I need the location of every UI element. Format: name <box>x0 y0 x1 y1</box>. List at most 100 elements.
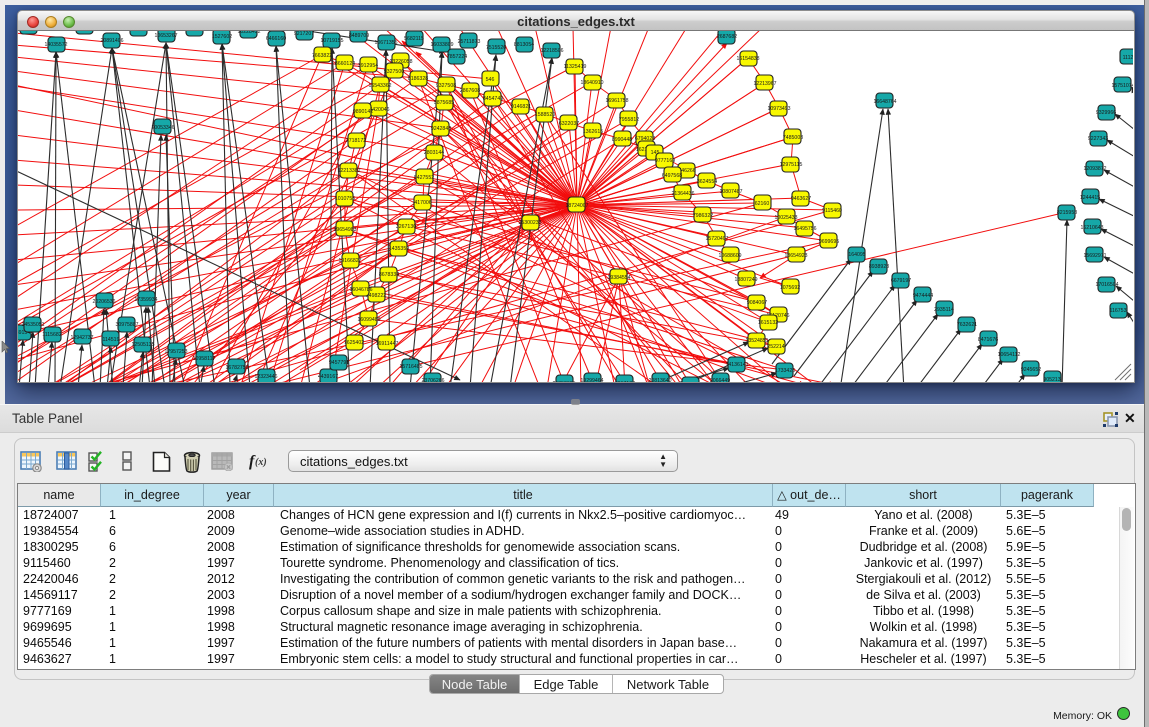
svg-text:16033809: 16033809 <box>430 42 453 48</box>
svg-text:17016504: 17016504 <box>1095 282 1118 288</box>
svg-text:12213967: 12213967 <box>753 81 776 87</box>
svg-text:16046786: 16046786 <box>349 287 372 293</box>
svg-text:4439167: 4439167 <box>318 374 338 380</box>
svg-text:9327508: 9327508 <box>436 83 456 89</box>
svg-text:15751074: 15751074 <box>1111 83 1133 89</box>
svg-text:19166827: 19166827 <box>338 258 361 264</box>
svg-text:9327500: 9327500 <box>384 69 404 75</box>
svg-text:1615132: 1615132 <box>758 320 778 326</box>
svg-text:19384554: 19384554 <box>607 275 630 281</box>
svg-text:25300233: 25300233 <box>518 220 541 226</box>
svg-text:9457791: 9457791 <box>329 360 349 366</box>
svg-text:12975115: 12975115 <box>780 162 803 168</box>
svg-text:30975887: 30975887 <box>115 322 138 328</box>
svg-text:9217207: 9217207 <box>294 31 314 37</box>
svg-text:20891406: 20891406 <box>100 38 123 44</box>
svg-text:(x): (x) <box>255 457 267 468</box>
svg-text:2867608: 2867608 <box>460 88 480 94</box>
svg-text:6466160: 6466160 <box>266 36 286 42</box>
svg-text:1244415: 1244415 <box>1080 195 1100 201</box>
svg-text:9084067: 9084067 <box>747 300 767 306</box>
svg-text:13654923: 13654923 <box>784 253 807 259</box>
svg-text:16911447: 16911447 <box>376 341 399 347</box>
svg-text:9777169: 9777169 <box>655 158 675 164</box>
svg-text:9245652: 9245652 <box>1021 367 1041 373</box>
svg-text:12942737: 12942737 <box>70 335 93 341</box>
svg-text:20813640: 20813640 <box>648 378 671 382</box>
svg-text:8454749: 8454749 <box>483 96 503 102</box>
svg-text:18724007: 18724007 <box>565 203 588 209</box>
svg-text:16154838: 16154838 <box>736 56 759 62</box>
svg-text:9463627: 9463627 <box>791 196 811 202</box>
svg-text:7663822: 7663822 <box>312 53 332 59</box>
svg-text:19299464: 19299464 <box>580 378 603 382</box>
svg-text:6497568: 6497568 <box>662 173 682 179</box>
svg-text:21364436: 21364436 <box>671 191 694 197</box>
svg-text:15720407: 15720407 <box>705 236 728 242</box>
svg-text:18640910: 18640910 <box>580 80 603 86</box>
svg-text:14035572: 14035572 <box>44 42 67 48</box>
svg-text:10807487: 10807487 <box>719 189 742 195</box>
svg-text:16648764: 16648764 <box>873 99 896 105</box>
svg-text:7857224: 7857224 <box>447 54 467 60</box>
svg-text:12505135: 12505135 <box>131 342 154 348</box>
svg-text:18807249: 18807249 <box>734 277 757 283</box>
svg-text:14136141: 14136141 <box>725 362 748 368</box>
svg-text:16782759: 16782759 <box>225 365 248 371</box>
svg-text:17957253: 17957253 <box>164 349 187 355</box>
svg-text:9242848: 9242848 <box>431 126 451 132</box>
svg-text:8215958: 8215958 <box>1057 210 1077 216</box>
svg-text:6679197: 6679197 <box>891 278 911 284</box>
svg-text:8938923: 8938923 <box>869 264 889 270</box>
svg-text:5682115: 5682115 <box>404 36 424 42</box>
svg-text:1839221: 1839221 <box>129 31 149 32</box>
svg-text:10958117: 10958117 <box>193 356 216 362</box>
svg-text:16495756: 16495756 <box>793 226 816 232</box>
svg-text:905213: 905213 <box>1043 377 1060 382</box>
svg-text:8990448: 8990448 <box>612 137 632 143</box>
svg-text:9474444: 9474444 <box>913 293 933 299</box>
svg-text:7986322: 7986322 <box>693 213 713 219</box>
svg-text:10228452: 10228452 <box>237 31 260 35</box>
svg-text:546: 546 <box>486 77 495 83</box>
svg-text:417006: 417006 <box>414 200 431 206</box>
svg-text:10973493: 10973493 <box>767 106 790 112</box>
svg-text:12093872: 12093872 <box>1083 166 1106 172</box>
svg-text:9329966: 9329966 <box>1096 110 1116 116</box>
svg-text:25882305: 25882305 <box>182 31 205 33</box>
svg-text:2803144: 2803144 <box>424 150 444 156</box>
svg-text:7632621: 7632621 <box>957 322 977 328</box>
svg-text:16961758: 16961758 <box>605 98 628 104</box>
svg-text:7625402: 7625402 <box>344 340 364 346</box>
svg-text:2066449: 2066449 <box>710 378 730 382</box>
svg-text:25711873: 25711873 <box>458 39 481 45</box>
svg-text:2935114: 2935114 <box>934 307 954 313</box>
svg-text:8489709: 8489709 <box>349 33 369 39</box>
svg-text:9890142: 9890142 <box>353 109 373 115</box>
svg-text:16210643: 16210643 <box>1080 225 1103 231</box>
svg-text:10688609: 10688609 <box>718 253 741 259</box>
svg-text:9115460: 9115460 <box>822 208 842 214</box>
svg-text:1075692: 1075692 <box>780 285 800 291</box>
svg-text:20053346: 20053346 <box>151 125 174 131</box>
svg-text:5875685: 5875685 <box>434 100 454 106</box>
svg-text:10719155: 10719155 <box>320 38 343 44</box>
svg-text:23706266: 23706266 <box>421 378 444 382</box>
svg-text:2687682: 2687682 <box>717 34 737 40</box>
svg-text:8678334: 8678334 <box>379 272 399 278</box>
svg-text:10654112: 10654112 <box>998 352 1021 358</box>
svg-text:6322037: 6322037 <box>559 121 579 127</box>
svg-text:15716485: 15716485 <box>399 364 422 370</box>
svg-text:11325419: 11325419 <box>564 64 587 70</box>
svg-text:114519: 114519 <box>103 337 120 343</box>
svg-text:14535051: 14535051 <box>21 322 44 328</box>
svg-text:10671355: 10671355 <box>374 40 397 46</box>
svg-text:1733426: 1733426 <box>775 368 795 374</box>
svg-text:116753: 116753 <box>1110 308 1127 314</box>
svg-text:8186328: 8186328 <box>408 76 428 82</box>
svg-text:252214: 252214 <box>767 344 784 350</box>
svg-text:12323446: 12323446 <box>254 374 277 380</box>
svg-text:1588520: 1588520 <box>535 112 555 118</box>
svg-text:3267130: 3267130 <box>396 224 416 230</box>
svg-text:1435359: 1435359 <box>389 246 409 252</box>
